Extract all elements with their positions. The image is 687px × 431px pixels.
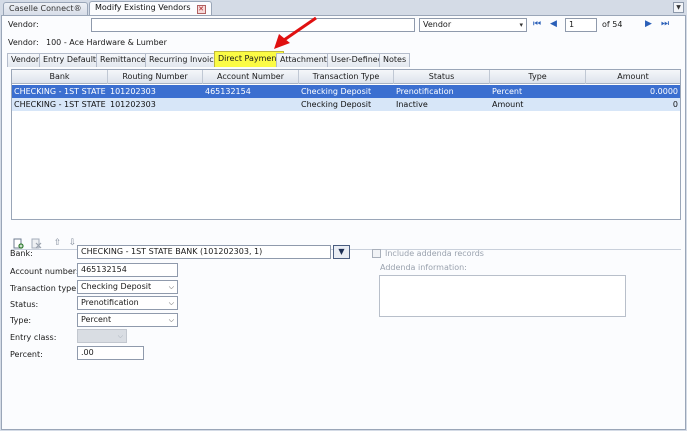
cell-bank: CHECKING - 1ST STATE ... <box>14 87 108 96</box>
entry-class-label: Entry class: <box>10 333 57 342</box>
direct-payment-grid: Bank Routing Number Account Number Trans… <box>11 69 681 220</box>
cell-routing: 101202303 <box>110 87 156 96</box>
subtab-direct-payment[interactable]: Direct Payment <box>214 51 284 67</box>
transaction-type-value: Checking Deposit <box>81 282 152 291</box>
addenda-information-textarea[interactable] <box>379 275 626 317</box>
cell-type: Percent <box>492 87 523 96</box>
subtab-user-defined[interactable]: User-Defined <box>327 53 387 67</box>
percent-label: Percent: <box>10 350 43 359</box>
cell-amount: 0 <box>672 100 678 109</box>
table-row[interactable]: CHECKING - 1ST STATE ... 101202303 Check… <box>12 98 680 111</box>
status-label: Status: <box>10 300 39 309</box>
chevron-down-icon: ⌵ <box>168 283 174 291</box>
move-up-icon[interactable]: ⇧ <box>52 238 63 249</box>
account-number-field[interactable]: 465132154 <box>77 263 178 277</box>
column-header-status[interactable]: Status <box>394 70 490 84</box>
column-header-bank[interactable]: Bank <box>12 70 108 84</box>
next-record-icon[interactable]: ▶ <box>645 19 652 29</box>
last-record-icon[interactable]: ⏭ <box>661 19 669 29</box>
main-panel: Vendor: Vendor ▾ ⏮ ◀ 1 of 54 ▶ ⏭ Vendor:… <box>1 15 686 430</box>
column-header-amount[interactable]: Amount <box>586 70 680 84</box>
search-type-value: Vendor <box>423 20 452 29</box>
tab-caselle-connect[interactable]: Caselle Connect® <box>3 2 88 15</box>
vendor-info-label: Vendor: <box>8 38 39 47</box>
transaction-type-select[interactable]: Checking Deposit ⌵ <box>77 280 178 294</box>
cell-routing: 101202303 <box>110 100 156 109</box>
type-select[interactable]: Percent ⌵ <box>77 313 178 327</box>
account-number-label: Account number: <box>10 267 79 276</box>
subtab-entry-defaults[interactable]: Entry Defaults <box>39 53 105 67</box>
tab-label: Caselle Connect® <box>9 4 82 13</box>
chevron-down-icon: ⌵ <box>168 316 174 324</box>
tab-modify-existing-vendors[interactable]: Modify Existing Vendors ✕ <box>89 1 212 16</box>
addenda-information-label: Addenda information: <box>380 263 467 272</box>
chevron-down-icon[interactable]: ▼ <box>673 2 684 13</box>
vendor-search-input[interactable] <box>91 18 415 32</box>
cell-type: Amount <box>492 100 524 109</box>
add-row-icon[interactable] <box>13 238 24 249</box>
type-value: Percent <box>81 315 112 324</box>
record-number-input[interactable]: 1 <box>565 18 597 32</box>
status-value: Prenotification <box>81 298 139 307</box>
column-header-type[interactable]: Type <box>490 70 586 84</box>
cell-transaction-type: Checking Deposit <box>301 87 372 96</box>
entry-class-select: ⌵ <box>77 329 127 343</box>
cell-status: Prenotification <box>396 87 454 96</box>
type-label: Type: <box>10 316 32 325</box>
subtab-notes[interactable]: Notes <box>379 53 411 67</box>
cell-status: Inactive <box>396 100 428 109</box>
vendor-search-label: Vendor: <box>8 20 39 29</box>
previous-record-icon[interactable]: ◀ <box>550 19 557 29</box>
column-header-routing-number[interactable]: Routing Number <box>108 70 203 84</box>
chevron-down-icon: ▾ <box>519 21 523 29</box>
percent-field[interactable]: .00 <box>77 346 144 360</box>
transaction-type-label: Transaction type: <box>10 284 79 293</box>
table-row[interactable]: CHECKING - 1ST STATE ... 101202303 46513… <box>12 85 680 98</box>
include-addenda-label: Include addenda records <box>385 249 484 258</box>
cell-transaction-type: Checking Deposit <box>301 100 372 109</box>
annotation-arrow <box>274 16 317 49</box>
chevron-down-icon: ⌵ <box>168 299 174 307</box>
cell-amount: 0.0000 <box>650 87 678 96</box>
status-select[interactable]: Prenotification ⌵ <box>77 296 178 310</box>
cell-bank: CHECKING - 1ST STATE ... <box>14 100 108 109</box>
cell-account: 465132154 <box>205 87 251 96</box>
tab-label: Modify Existing Vendors <box>95 3 191 12</box>
record-total: of 54 <box>602 20 623 29</box>
bank-dropdown-button[interactable]: ▼ <box>333 245 350 259</box>
column-header-account-number[interactable]: Account Number <box>203 70 299 84</box>
cell-account <box>203 98 299 111</box>
close-icon[interactable]: ✕ <box>196 5 206 14</box>
include-addenda-checkbox[interactable] <box>372 249 381 258</box>
first-record-icon[interactable]: ⏮ <box>533 19 541 29</box>
bank-label: Bank: <box>10 249 33 258</box>
column-header-transaction-type[interactable]: Transaction Type <box>299 70 394 84</box>
delete-row-icon[interactable] <box>31 238 42 249</box>
chevron-down-icon: ⌵ <box>117 332 123 340</box>
bank-field[interactable]: CHECKING - 1ST STATE BANK (101202303, 1) <box>77 245 331 259</box>
search-type-select[interactable]: Vendor ▾ <box>419 18 527 32</box>
grid-header: Bank Routing Number Account Number Trans… <box>12 70 680 84</box>
subtab-vendor[interactable]: Vendor <box>7 53 44 67</box>
vendor-info-value: 100 - Ace Hardware & Lumber <box>46 38 167 47</box>
